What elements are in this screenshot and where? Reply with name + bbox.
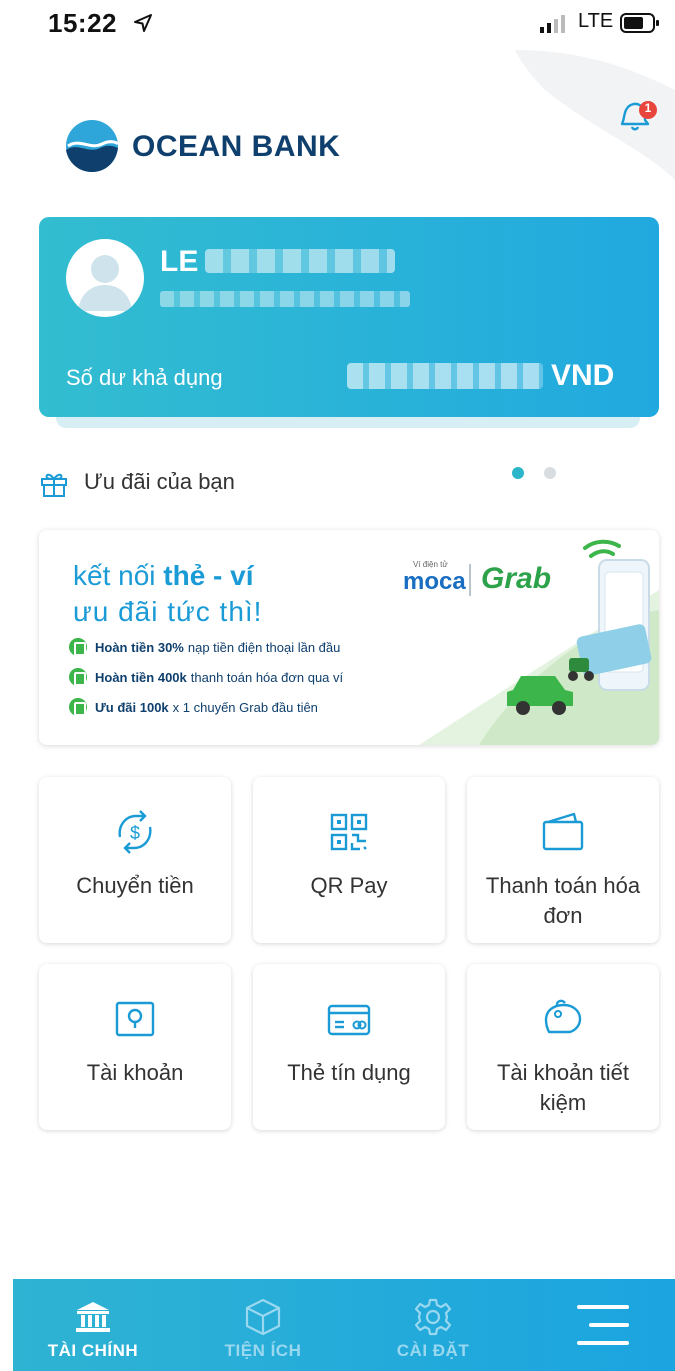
bullet-icon bbox=[69, 638, 87, 656]
piggy-bank-icon bbox=[544, 999, 582, 1034]
tile-label: Thanh toán hóa đơn bbox=[485, 873, 641, 928]
banner-headline-prefix: kết nối bbox=[73, 560, 156, 591]
network-type: LTE bbox=[578, 10, 614, 32]
account-safe-icon bbox=[115, 1001, 155, 1037]
redacted-balance bbox=[347, 363, 543, 389]
account-card[interactable]: LE Số dư khả dụng VND bbox=[39, 217, 659, 417]
tile-bill-payment[interactable]: Thanh toán hóa đơn bbox=[467, 777, 659, 943]
tile-account[interactable]: Tài khoản bbox=[39, 964, 231, 1130]
bank-icon bbox=[76, 1302, 110, 1332]
tile-savings-account[interactable]: Tài khoản tiết kiệm bbox=[467, 964, 659, 1130]
brand-divider bbox=[469, 564, 471, 596]
tile-credit-card[interactable]: Thẻ tín dụng bbox=[253, 964, 445, 1130]
nav-label: TIỆN ÍCH bbox=[224, 1341, 302, 1360]
banner-offer-strong: Ưu đãi 100k bbox=[95, 699, 169, 715]
tile-label: Thẻ tín dụng bbox=[287, 1060, 411, 1085]
location-arrow-icon bbox=[134, 14, 152, 32]
notification-bell-button[interactable]: 1 bbox=[612, 96, 660, 136]
banner-offer-strong: Hoàn tiền 400k bbox=[95, 669, 187, 685]
banner-offer-line: Ưu đãi 100k x 1 chuyến Grab đầu tiên bbox=[69, 698, 318, 716]
signal-icon bbox=[540, 15, 565, 33]
tile-qr-pay[interactable]: QR Pay bbox=[253, 777, 445, 943]
nav-tab-utilities[interactable]: TIỆN ÍCH bbox=[203, 1279, 323, 1371]
avatar bbox=[66, 239, 144, 317]
moca-logo: moca bbox=[403, 568, 466, 595]
ocean-bank-logo: OCEAN BANK bbox=[64, 118, 354, 178]
account-holder-name: LE bbox=[160, 245, 199, 278]
svg-text:$: $ bbox=[130, 823, 140, 843]
bullet-icon bbox=[69, 668, 87, 686]
battery-icon bbox=[620, 13, 659, 33]
grab-logo: Grab bbox=[481, 562, 552, 595]
promo-banner[interactable]: kết nối thẻ - ví ưu đãi tức thì! Ví điện… bbox=[39, 530, 659, 745]
carousel-dot-active[interactable] bbox=[512, 467, 524, 479]
gift-icon bbox=[41, 473, 67, 497]
nav-label: TÀI CHÍNH bbox=[47, 1341, 139, 1360]
nav-tab-finance[interactable]: TÀI CHÍNH bbox=[33, 1279, 153, 1371]
balance-currency: VND bbox=[551, 359, 615, 392]
qr-code-icon bbox=[330, 813, 368, 851]
redacted-account-number bbox=[160, 291, 410, 307]
banner-offer-strong: Hoàn tiền 30% bbox=[95, 639, 184, 655]
banner-offer-line: Hoàn tiền 30% nạp tiền điện thoại lần đầ… bbox=[69, 638, 340, 656]
tile-transfer[interactable]: $ Chuyển tiền bbox=[39, 777, 231, 943]
nav-tab-settings[interactable]: CÀI ĐẶT bbox=[373, 1279, 493, 1371]
banner-offer-line: Hoàn tiền 400k thanh toán hóa đơn qua ví bbox=[69, 668, 343, 686]
carousel-indicator bbox=[512, 467, 562, 481]
banner-offer-text: x 1 chuyến Grab đầu tiên bbox=[172, 699, 318, 715]
banner-offer-text: nạp tiền điện thoại lần đầu bbox=[187, 639, 341, 655]
logo-text: OCEAN BANK bbox=[132, 130, 341, 163]
menu-icon bbox=[577, 1305, 629, 1345]
banner-subheadline: ưu đãi tức thì! bbox=[73, 596, 263, 627]
redacted-name bbox=[205, 249, 395, 273]
tile-label: Chuyển tiền bbox=[76, 873, 194, 898]
bullet-icon bbox=[69, 698, 87, 716]
banner-offer-text: thanh toán hóa đơn qua ví bbox=[190, 669, 344, 685]
status-bar: 15:22 LTE bbox=[0, 0, 675, 48]
banner-headline: kết nối thẻ - ví bbox=[73, 560, 254, 592]
user-avatar-icon bbox=[78, 255, 132, 311]
offers-title: Ưu đãi của bạn bbox=[84, 469, 235, 494]
money-transfer-icon: $ bbox=[118, 810, 152, 854]
credit-card-icon bbox=[327, 1004, 371, 1036]
carousel-dot[interactable] bbox=[544, 467, 556, 479]
banner-headline-strong: thẻ - ví bbox=[163, 560, 254, 591]
wallet-icon bbox=[542, 812, 584, 851]
nav-menu-button[interactable] bbox=[543, 1279, 663, 1371]
tile-label: Tài khoản bbox=[86, 1060, 184, 1085]
status-time: 15:22 bbox=[48, 8, 117, 38]
notification-badge: 1 bbox=[644, 101, 652, 115]
tile-label: QR Pay bbox=[310, 873, 388, 898]
ocean-bank-logo-icon bbox=[66, 120, 120, 172]
bottom-navigation: TÀI CHÍNH TIỆN ÍCH CÀI ĐẶT bbox=[13, 1279, 675, 1371]
balance-label: Số dư khả dụng bbox=[66, 365, 223, 390]
nav-label: CÀI ĐẶT bbox=[396, 1341, 470, 1360]
gear-icon bbox=[414, 1298, 452, 1336]
tile-label: Tài khoản tiết kiệm bbox=[496, 1060, 630, 1115]
cube-icon bbox=[245, 1298, 281, 1336]
